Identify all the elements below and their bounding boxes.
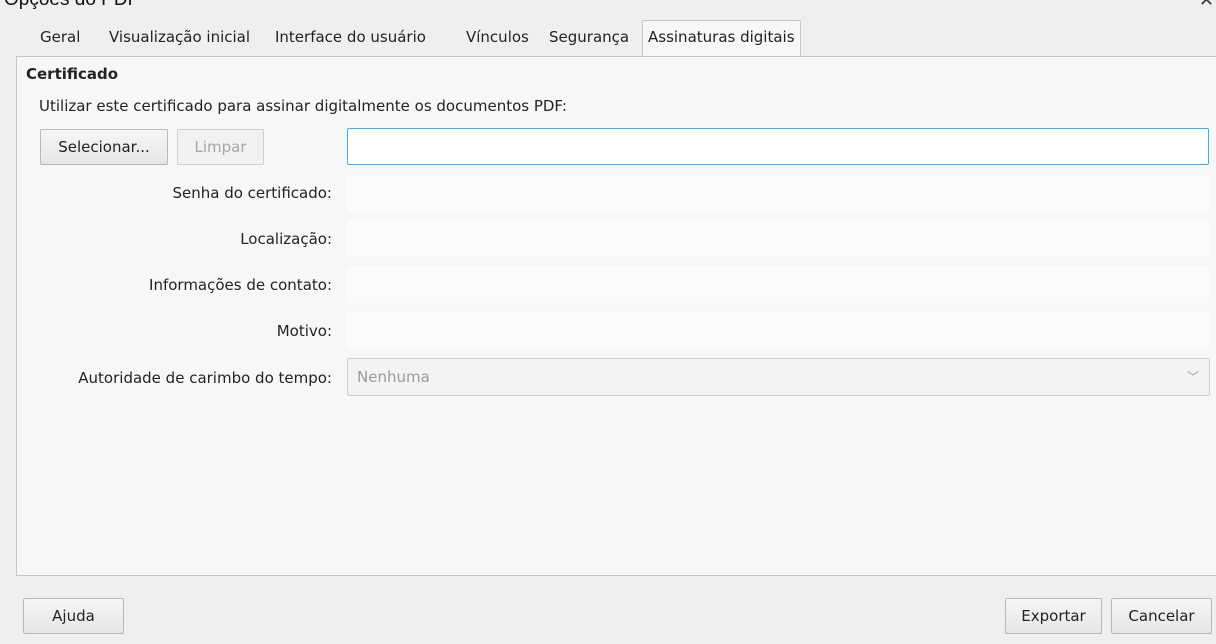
timestamp-authority-label: Autoridade de carimbo do tempo: — [78, 369, 332, 387]
certificate-description: Utilizar este certificado para assinar d… — [39, 97, 567, 115]
location-label: Localização: — [240, 230, 332, 248]
tab-initial-view[interactable]: Visualização inicial — [109, 22, 250, 52]
cancel-button[interactable]: Cancelar — [1111, 598, 1212, 634]
certificate-password-label: Senha do certificado: — [172, 184, 332, 202]
certificate-heading: Certificado — [26, 65, 119, 83]
window-titlebar: Opções do PDF ✕ — [0, 0, 1216, 10]
reason-field[interactable] — [347, 312, 1209, 349]
close-icon[interactable]: ✕ — [1199, 0, 1214, 10]
tab-user-interface[interactable]: Interface do usuário — [275, 22, 426, 52]
export-button[interactable]: Exportar — [1005, 598, 1102, 634]
tab-general[interactable]: Geral — [40, 22, 80, 52]
timestamp-authority-value: Nenhuma — [357, 368, 430, 386]
certificate-password-field[interactable] — [347, 175, 1209, 212]
select-certificate-button[interactable]: Selecionar... — [40, 129, 168, 165]
clear-certificate-button[interactable]: Limpar — [177, 129, 264, 165]
reason-label: Motivo: — [276, 322, 332, 340]
contact-info-label: Informações de contato: — [149, 276, 332, 294]
contact-info-field[interactable] — [347, 266, 1209, 303]
location-field[interactable] — [347, 220, 1209, 257]
chevron-down-icon: ﹀ — [1186, 370, 1199, 384]
window-title: Opções do PDF — [4, 0, 139, 10]
timestamp-authority-select[interactable]: Nenhuma ﹀ — [347, 358, 1210, 396]
tab-security[interactable]: Segurança — [549, 22, 629, 52]
tab-digital-signatures[interactable]: Assinaturas digitais — [642, 20, 801, 56]
tab-links[interactable]: Vínculos — [466, 22, 529, 52]
certificate-field[interactable] — [347, 128, 1209, 165]
help-button[interactable]: Ajuda — [23, 598, 124, 634]
